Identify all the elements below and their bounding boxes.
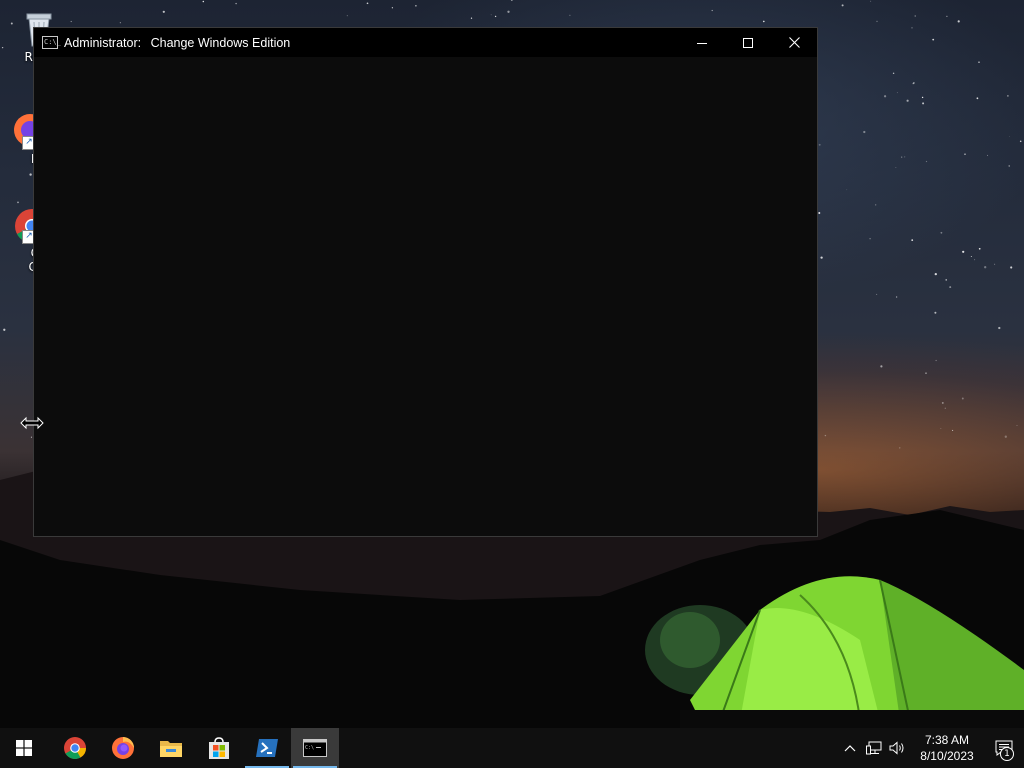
window-title-prefix: Administrator:: [64, 35, 145, 50]
taskbar: C:\ 7:38 AM 8/10/2023 1: [0, 728, 1024, 768]
clock-time: 7:38 AM: [924, 733, 970, 747]
cmd-console-icon: C:\: [303, 739, 327, 757]
system-tray: 7:38 AM 8/10/2023 1: [838, 728, 1024, 768]
close-icon: [788, 37, 800, 48]
taskbar-chrome-button[interactable]: [51, 728, 99, 768]
maximize-button[interactable]: [725, 28, 771, 57]
windows-start-icon: [16, 740, 32, 756]
minimize-icon: [697, 42, 707, 44]
clock-date: 8/10/2023: [920, 749, 974, 763]
speaker-icon: [889, 741, 904, 755]
window-title: Change Windows Edition: [150, 35, 291, 50]
taskbar-file-explorer-button[interactable]: [147, 728, 195, 768]
store-icon: [209, 737, 229, 759]
action-center-button[interactable]: 1: [984, 728, 1024, 768]
show-hidden-icons-button[interactable]: [838, 728, 862, 768]
powershell-icon: [256, 739, 278, 757]
resize-horizontal-cursor-icon: [20, 416, 44, 430]
start-button[interactable]: [0, 728, 48, 768]
taskbar-command-prompt-button[interactable]: C:\: [291, 728, 339, 768]
console-window[interactable]: C:\_ Administrator: Change Windows Editi…: [33, 27, 818, 537]
maximize-icon: [743, 37, 753, 48]
firefox-icon: [112, 737, 134, 759]
close-button[interactable]: [771, 28, 817, 57]
network-icon: [866, 741, 882, 755]
console-output-area[interactable]: [34, 57, 817, 536]
network-button[interactable]: [862, 728, 886, 768]
folder-icon: [160, 741, 182, 757]
chevron-up-icon: [844, 745, 856, 752]
window-titlebar[interactable]: C:\_ Administrator: Change Windows Editi…: [34, 28, 817, 57]
cmd-console-icon[interactable]: C:\_: [42, 36, 61, 49]
clock[interactable]: 7:38 AM 8/10/2023: [916, 732, 978, 764]
taskbar-store-button[interactable]: [195, 728, 243, 768]
taskbar-powershell-button[interactable]: [243, 728, 291, 768]
minimize-button[interactable]: [679, 28, 725, 57]
volume-button[interactable]: [886, 728, 910, 768]
window-controls: [679, 28, 817, 57]
notification-count-badge: 1: [1000, 747, 1014, 761]
chrome-icon: [64, 737, 86, 759]
svg-text:C:\: C:\: [305, 745, 314, 751]
taskbar-firefox-button[interactable]: [99, 728, 147, 768]
